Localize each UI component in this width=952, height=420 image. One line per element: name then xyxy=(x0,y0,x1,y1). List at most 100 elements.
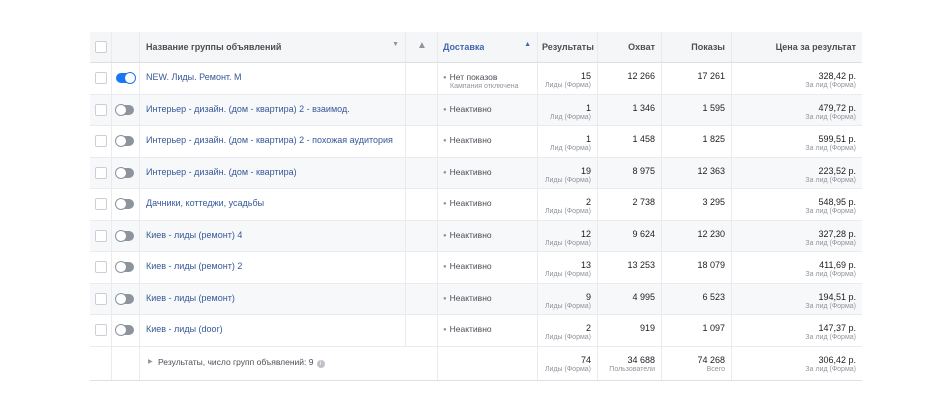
cost-value: 223,52 р. xyxy=(818,165,856,176)
ad-set-name-link[interactable]: Киев - лиды (ремонт) 2 xyxy=(146,261,242,271)
reach-value: 1 458 xyxy=(632,134,655,144)
ad-set-toggle[interactable] xyxy=(115,324,134,336)
cost-type: За лид (Форма) xyxy=(805,334,856,341)
row-checkbox[interactable] xyxy=(95,103,107,116)
row-checkbox[interactable] xyxy=(95,135,107,147)
ad-set-name-link[interactable]: NEW. Лиды. Ремонт. М xyxy=(146,72,242,82)
ad-set-name-link[interactable]: Интерьер - дизайн. (дом - квартира) 2 - … xyxy=(146,104,350,114)
results-value: 13 xyxy=(580,260,591,270)
cost-value: 194,51 р. xyxy=(818,291,856,302)
row-checkbox[interactable] xyxy=(95,166,107,179)
results-type: Лид (Форма) xyxy=(549,113,591,121)
cost-type: За лид (Форма) xyxy=(805,302,856,310)
table-row[interactable]: Интерьер - дизайн. (дом - квартира) 2 - … xyxy=(90,126,862,158)
cost-type: За лид (Форма) xyxy=(805,145,856,152)
ad-set-name-link[interactable]: Интерьер - дизайн. (дом - квартира) xyxy=(146,167,297,177)
cost-value: 328,42 р. xyxy=(818,71,856,81)
ad-set-toggle[interactable] xyxy=(115,103,134,116)
delivery-status: Неактивно xyxy=(443,167,492,177)
ad-set-name-link[interactable]: Интерьер - дизайн. (дом - квартира) 2 - … xyxy=(146,135,393,145)
table-row[interactable]: Киев - лиды (ремонт) 2 Неактивно 13Лиды (Ф… xyxy=(90,252,862,284)
cost-type: За лид (Форма) xyxy=(805,239,856,247)
ad-set-toggle[interactable] xyxy=(115,135,134,147)
results-value: 9 xyxy=(585,291,591,302)
cost-value: 599,51 р. xyxy=(818,134,856,144)
column-header-warnings[interactable]: ▲ xyxy=(406,32,438,62)
reach-value: 4 995 xyxy=(632,291,655,302)
column-header-name[interactable]: Название группы объявлений ▼ xyxy=(140,32,406,62)
column-header-reach[interactable]: Охват xyxy=(598,32,662,62)
results-type: Лиды (Форма) xyxy=(544,271,591,278)
impressions-value: 12 230 xyxy=(697,228,725,239)
reach-value: 8 975 xyxy=(632,165,655,176)
ad-set-toggle[interactable] xyxy=(115,261,134,273)
select-all-checkbox[interactable] xyxy=(95,41,107,53)
cost-type: За лид (Форма) xyxy=(805,113,856,121)
cost-value: 548,95 р. xyxy=(818,197,856,207)
reach-value: 12 266 xyxy=(627,71,655,81)
column-header-results[interactable]: Результаты xyxy=(538,32,598,62)
results-value: 1 xyxy=(585,102,591,113)
table-row[interactable]: Дачники, коттеджи, усадьбы Неактивно 2Лиды… xyxy=(90,189,862,221)
ad-set-name-link[interactable]: Киев - лиды (ремонт) 4 xyxy=(146,230,242,240)
cost-value: 411,69 р. xyxy=(819,260,856,270)
column-header-cost[interactable]: Цена за результат xyxy=(732,32,862,62)
table-row[interactable]: Интерьер - дизайн. (дом - квартира) 2 - … xyxy=(90,94,862,126)
impressions-value: 18 079 xyxy=(697,260,725,270)
table-header: Название группы объявлений ▼ ▲ Доставка … xyxy=(90,32,862,63)
ad-set-toggle[interactable] xyxy=(115,292,134,305)
table-row[interactable]: NEW. Лиды. Ремонт. М Нет показовКампания … xyxy=(90,63,862,95)
results-value: 19 xyxy=(580,165,591,176)
reach-value: 9 624 xyxy=(632,228,655,239)
delivery-status-detail: Кампания отключена xyxy=(450,83,519,90)
table-row[interactable]: Киев - лиды (ремонт) Неактивно 9Лиды (Форм… xyxy=(90,283,862,315)
summary-row: ▶ Результаты, число групп объявлений: 9i… xyxy=(90,346,862,381)
row-checkbox[interactable] xyxy=(95,292,107,305)
results-value: 1 xyxy=(585,134,591,144)
results-value: 2 xyxy=(585,197,591,207)
ad-set-toggle[interactable] xyxy=(115,229,134,242)
impressions-value: 12 363 xyxy=(697,165,725,176)
results-value: 12 xyxy=(580,228,591,239)
ad-set-toggle[interactable] xyxy=(115,166,134,179)
results-type: Лиды (Форма) xyxy=(544,82,591,89)
delivery-status: Неактивно xyxy=(443,198,492,208)
results-type: Лиды (Форма) xyxy=(544,176,591,184)
delivery-status: Неактивно xyxy=(443,104,492,114)
ad-set-name-link[interactable]: Киев - лиды (ремонт) xyxy=(146,293,235,303)
results-type: Лид (Форма) xyxy=(549,145,591,152)
row-checkbox[interactable] xyxy=(95,324,107,336)
cost-value: 327,28 р. xyxy=(818,228,856,239)
reach-value: 1 346 xyxy=(632,102,655,113)
info-icon[interactable]: i xyxy=(316,359,325,368)
ad-set-toggle[interactable] xyxy=(116,72,136,84)
row-checkbox[interactable] xyxy=(95,261,107,273)
row-checkbox[interactable] xyxy=(95,229,107,242)
delivery-status: Неактивно xyxy=(443,324,492,334)
ad-set-name-link[interactable]: Дачники, коттеджи, усадьбы xyxy=(146,198,264,208)
delivery-status: Неактивно xyxy=(443,293,492,303)
table-row[interactable]: Киев - лиды (door) Неактивно 2Лиды (Форма)… xyxy=(90,315,862,347)
ad-set-toggle[interactable] xyxy=(115,198,134,210)
ad-sets-table: Название группы объявлений ▼ ▲ Доставка … xyxy=(90,32,862,381)
results-value: 2 xyxy=(585,323,591,333)
impressions-value: 3 295 xyxy=(702,197,725,207)
results-type: Лиды (Форма) xyxy=(544,208,591,215)
ad-set-name-link[interactable]: Киев - лиды (door) xyxy=(146,324,223,334)
row-checkbox[interactable] xyxy=(95,72,107,84)
impressions-value: 6 523 xyxy=(702,291,725,302)
column-header-impressions[interactable]: Показы xyxy=(662,32,732,62)
row-checkbox[interactable] xyxy=(95,198,107,210)
delivery-status: Неактивно xyxy=(443,230,492,240)
table-row[interactable]: Киев - лиды (ремонт) 4 Неактивно 12Лиды (Ф… xyxy=(90,220,862,252)
impressions-value: 17 261 xyxy=(697,71,725,81)
impressions-value: 1 595 xyxy=(702,102,725,113)
warning-triangle-icon: ▲ xyxy=(417,40,427,51)
caret-down-icon[interactable]: ▼ xyxy=(392,41,399,48)
expand-caret-icon[interactable]: ▶ xyxy=(148,358,153,365)
reach-value: 919 xyxy=(639,323,655,333)
table-row[interactable]: Интерьер - дизайн. (дом - квартира) Неакт… xyxy=(90,157,862,189)
column-header-delivery[interactable]: Доставка ▲ xyxy=(438,32,538,62)
cost-type: За лид (Форма) xyxy=(805,271,856,278)
results-type: Лиды (Форма) xyxy=(544,302,591,310)
